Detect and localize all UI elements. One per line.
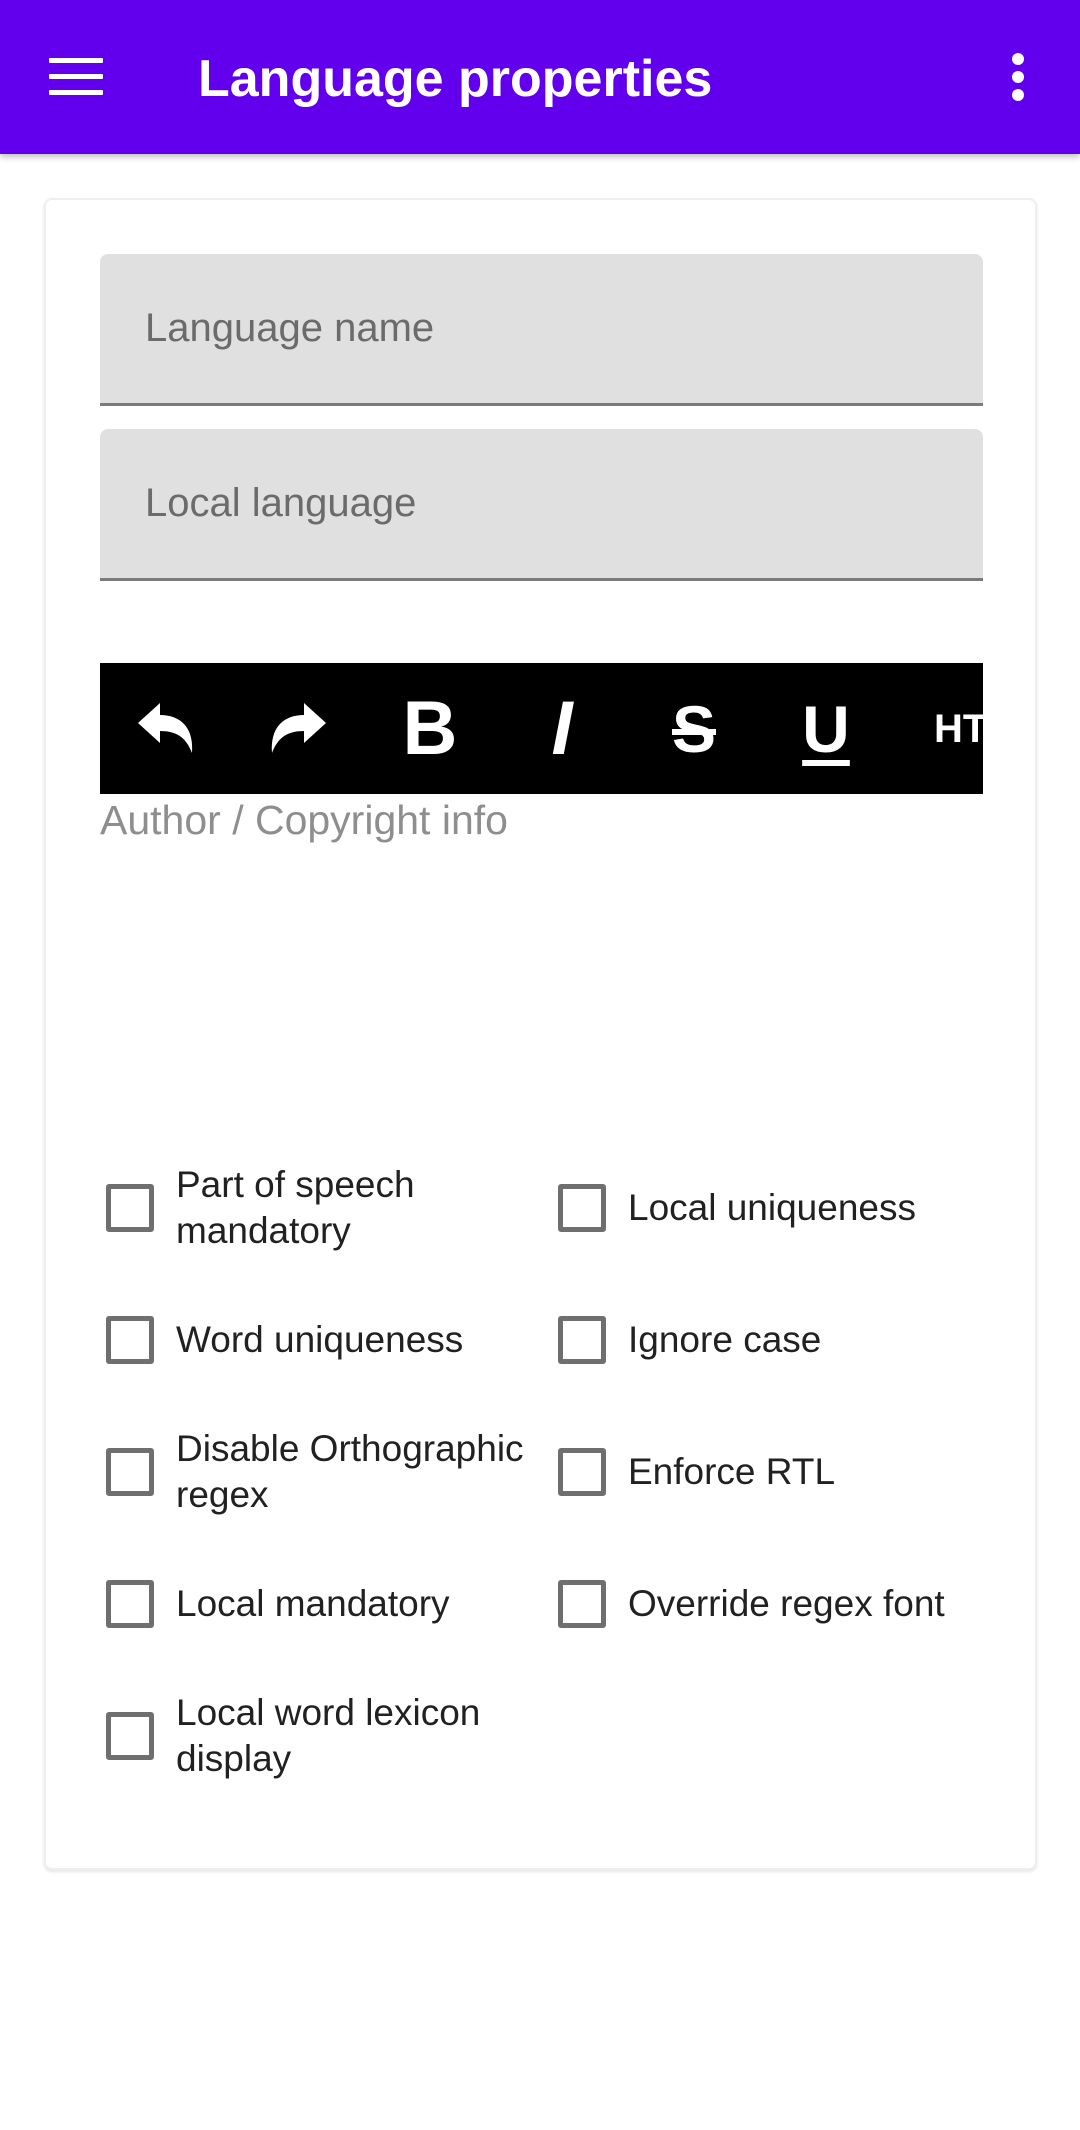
checkbox-box[interactable]: [106, 1712, 154, 1760]
checkbox-label: Disable Orthographic regex: [176, 1428, 524, 1515]
checkbox-box[interactable]: [106, 1316, 154, 1364]
checkbox-box[interactable]: [558, 1184, 606, 1232]
undo-button[interactable]: [100, 663, 232, 794]
checkbox-local-mandatory[interactable]: Local mandatory: [106, 1556, 546, 1652]
overflow-menu-button[interactable]: [988, 40, 1048, 114]
local-language-field: [100, 429, 983, 581]
italic-icon: I: [551, 685, 573, 771]
checkbox-box[interactable]: [558, 1316, 606, 1364]
checkbox-label: Local word lexicon display: [176, 1692, 481, 1779]
hamburger-menu-icon: [49, 58, 103, 95]
language-name-input[interactable]: [100, 254, 983, 403]
underline-icon: U: [802, 691, 850, 766]
checkbox-label: Override regex font: [628, 1583, 945, 1624]
italic-button[interactable]: I: [496, 663, 628, 794]
editor-placeholder: Author / Copyright info: [100, 797, 508, 843]
checkbox-box[interactable]: [106, 1580, 154, 1628]
checkbox-part-of-speech-mandatory[interactable]: Part of speech mandatory: [106, 1160, 546, 1256]
language-name-field: [100, 254, 983, 406]
strikethrough-button[interactable]: S: [628, 663, 760, 794]
menu-button[interactable]: [36, 40, 116, 114]
html-button[interactable]: HT: [892, 663, 983, 794]
redo-icon: [271, 702, 326, 753]
checkbox-box[interactable]: [558, 1448, 606, 1496]
checkbox-enforce-rtl[interactable]: Enforce RTL: [558, 1424, 998, 1520]
undo-icon: [138, 702, 193, 753]
checkbox-label: Word uniqueness: [176, 1319, 464, 1360]
checkbox-label: Enforce RTL: [628, 1451, 836, 1492]
underline-button[interactable]: U: [760, 663, 892, 794]
local-language-input[interactable]: [100, 429, 983, 578]
checkbox-label: Local uniqueness: [628, 1187, 916, 1228]
more-vert-icon: [1012, 53, 1024, 101]
language-properties-card: B I S U HT Author / Copyright info Part …: [44, 198, 1037, 1870]
checkbox-local-word-lexicon-display[interactable]: Local word lexicon display: [106, 1688, 546, 1784]
strikethrough-icon: S: [671, 691, 717, 766]
page-title: Language properties: [198, 50, 713, 108]
checkbox-box[interactable]: [106, 1184, 154, 1232]
rich-text-toolbar: B I S U HT: [100, 663, 983, 794]
app-bar: Language properties: [0, 0, 1080, 154]
checkbox-label: Part of speech mandatory: [176, 1164, 415, 1251]
checkbox-disable-orthographic-regex[interactable]: Disable Orthographic regex: [106, 1424, 546, 1520]
checkbox-box[interactable]: [106, 1448, 154, 1496]
checkbox-box[interactable]: [558, 1580, 606, 1628]
checkbox-ignore-case[interactable]: Ignore case: [558, 1292, 998, 1388]
html-icon: HT: [934, 706, 983, 751]
checkbox-label: Ignore case: [628, 1319, 822, 1360]
checkbox-word-uniqueness[interactable]: Word uniqueness: [106, 1292, 546, 1388]
redo-button[interactable]: [232, 663, 364, 794]
checkbox-local-uniqueness[interactable]: Local uniqueness: [558, 1160, 998, 1256]
bold-button[interactable]: B: [364, 663, 496, 794]
bold-icon: B: [402, 685, 458, 771]
checkbox-label: Local mandatory: [176, 1583, 450, 1624]
checkbox-override-regex-font[interactable]: Override regex font: [558, 1556, 998, 1652]
